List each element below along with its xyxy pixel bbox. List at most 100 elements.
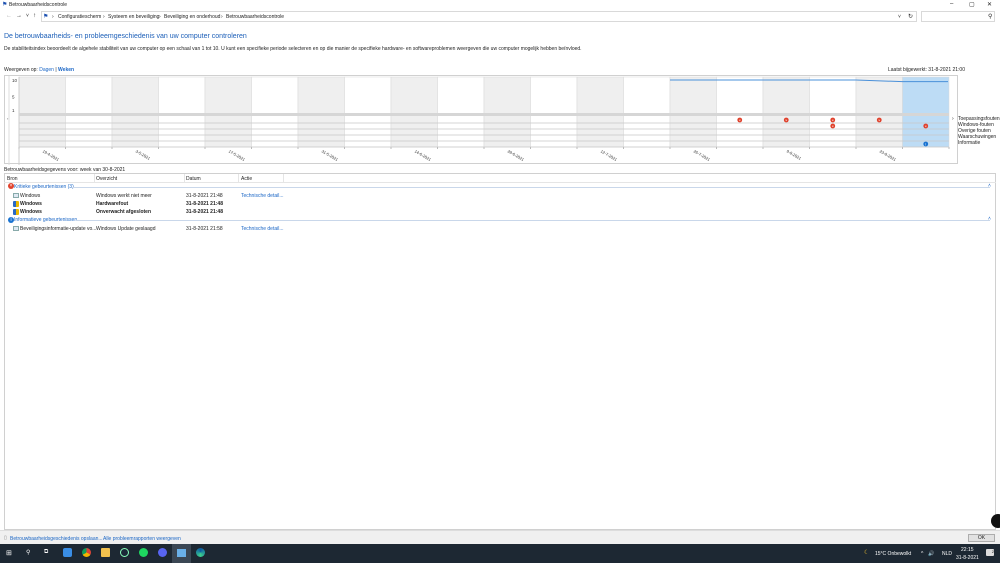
week-column[interactable] (623, 76, 671, 148)
row-summary[interactable]: Windows Update geslaagd (96, 226, 155, 232)
week-column[interactable] (65, 76, 113, 148)
steam-icon[interactable] (120, 548, 129, 557)
info-event-marker-icon[interactable]: i (923, 141, 929, 147)
view-label: Weergeven op: (4, 67, 38, 73)
breadcrumb-configuratiescherm[interactable]: Configuratiescherm (58, 14, 101, 20)
forward-button[interactable]: → (16, 13, 22, 19)
file-explorer-icon[interactable] (101, 548, 110, 557)
view-weeks-link[interactable]: Weken (58, 67, 74, 73)
week-column[interactable] (669, 76, 717, 148)
start-windows-icon[interactable]: ⊞ (6, 549, 12, 557)
week-column[interactable] (762, 76, 810, 148)
week-column[interactable] (158, 76, 206, 148)
group-critical-events[interactable]: Kritieke gebeurtenissen (3) (14, 184, 74, 190)
row-source[interactable]: Beveiligingsinformatie-update vo... (20, 226, 96, 232)
week-column[interactable] (251, 76, 299, 148)
collapse-group-icon[interactable]: ˄ (988, 183, 991, 189)
week-column[interactable] (344, 76, 392, 148)
row-summary[interactable]: Hardwarefout (96, 201, 128, 207)
close-button[interactable]: ✕ (987, 1, 992, 8)
week-column[interactable] (716, 76, 764, 148)
row-summary[interactable]: Onverwacht afgesloten (96, 209, 151, 215)
marker-glyph: × (785, 118, 787, 122)
week-column[interactable] (576, 76, 624, 148)
week-column[interactable] (855, 76, 903, 148)
week-column[interactable] (530, 76, 578, 148)
technical-details-link[interactable]: Technische detail... (241, 226, 284, 232)
breadcrumb-beveiliging[interactable]: Beveiliging en onderhoud (164, 14, 220, 20)
task-view-icon[interactable]: ⧉ (44, 549, 48, 556)
reliability-monitor-taskbar-button[interactable] (172, 544, 191, 563)
chrome-icon[interactable] (82, 548, 91, 557)
row-source[interactable]: Windows (20, 193, 40, 199)
save-history-link[interactable]: Betrouwbaarheidsgeschiedenis opslaan... (10, 536, 103, 542)
recent-locations-button[interactable]: ˅ (26, 13, 29, 19)
floating-overlay-button[interactable] (991, 514, 1000, 528)
row-source[interactable]: Windows (20, 201, 42, 207)
footer-bar: ▯ Betrouwbaarheidsgeschiedenis opslaan..… (0, 530, 1000, 544)
week-column[interactable] (809, 76, 857, 148)
week-column[interactable] (111, 76, 159, 148)
refresh-icon[interactable]: ↻ (908, 13, 913, 20)
row-date[interactable]: 31-8-2021 21:58 (186, 226, 223, 232)
row-date[interactable]: 31-8-2021 21:48 (186, 201, 223, 207)
error-event-marker-icon[interactable]: × (783, 117, 789, 123)
language-indicator[interactable]: NLD (942, 551, 952, 557)
group-informational-events[interactable]: Informatieve gebeurtenissen (14, 217, 77, 223)
breadcrumb-separator: › (159, 14, 161, 20)
search-taskbar-icon[interactable]: ⚲ (26, 549, 30, 556)
error-event-marker-icon[interactable]: × (830, 123, 836, 129)
all-reports-link[interactable]: Alle probleemrapporten weergeven (103, 536, 181, 542)
row-date[interactable]: 31-8-2021 21:48 (186, 209, 223, 215)
user-folder-icon[interactable] (63, 548, 72, 557)
edge-icon[interactable] (196, 548, 205, 557)
collapse-group-icon[interactable]: ˄ (988, 216, 991, 222)
x-tick-label: 17-5-2021 (228, 149, 247, 163)
reliability-chart-svg[interactable]: 1051‹ × × × ×× ×i19-4-2021 3-5-2021 17-5-2021 31… (5, 76, 959, 165)
week-column[interactable] (437, 76, 485, 148)
marker-glyph: × (832, 124, 834, 128)
row-source[interactable]: Windows (20, 209, 42, 215)
group-divider (72, 187, 990, 188)
view-days-link[interactable]: Dagen (39, 67, 54, 73)
week-column[interactable] (297, 76, 345, 148)
maximize-button[interactable]: ▢ (969, 1, 975, 8)
minimize-button[interactable]: – (950, 1, 953, 7)
ok-button[interactable]: OK (968, 534, 995, 542)
address-dropdown-icon[interactable]: ˅ (898, 14, 901, 20)
tray-overflow-button[interactable]: ^ (921, 551, 923, 557)
error-event-marker-icon[interactable]: × (923, 123, 929, 129)
reliability-chart[interactable]: 10 5 1 ‹ × × × × × × i 19-4-2021 3-5-2021 17-5-2021 31… (4, 75, 959, 165)
weather-text[interactable]: 15°C Onbewolkt (875, 551, 911, 557)
technical-details-link[interactable]: Technische detail... (241, 193, 284, 199)
volume-icon[interactable]: 🔊 (928, 551, 934, 557)
marker-glyph: × (925, 124, 927, 128)
error-event-marker-icon[interactable]: × (876, 117, 882, 123)
x-tick-label: 23-8-2021 (879, 149, 898, 163)
clock-time[interactable]: 22:15 (961, 547, 974, 553)
breadcrumb-systeem[interactable]: Systeem en beveiliging (108, 14, 159, 20)
view-options: Weergeven op: Dagen | Weken (4, 67, 74, 73)
error-event-marker-icon[interactable]: × (830, 117, 836, 123)
address-bar[interactable]: ⚑ › Configuratiescherm › Systeem en beve… (41, 11, 917, 22)
up-button[interactable]: ↑ (33, 13, 36, 19)
error-event-marker-icon[interactable]: × (737, 117, 743, 123)
spotify-icon[interactable] (139, 548, 148, 557)
clock-date[interactable]: 31-8-2021 (956, 555, 979, 561)
row-date[interactable]: 31-8-2021 21:48 (186, 193, 223, 199)
weather-moon-icon[interactable]: ☾ (864, 549, 869, 556)
discord-icon[interactable] (158, 548, 167, 557)
week-column[interactable] (204, 76, 252, 148)
back-button[interactable]: ← (6, 13, 12, 19)
week-column[interactable] (18, 76, 66, 148)
week-column[interactable] (902, 76, 950, 148)
row-summary[interactable]: Windows werkt niet meer (96, 193, 152, 199)
notification-center-icon[interactable]: 2 (986, 549, 994, 556)
scroll-right-arrow[interactable]: › (952, 116, 954, 122)
week-column[interactable] (390, 76, 438, 148)
windows-shield-icon (13, 209, 19, 215)
search-input[interactable]: ⚲ (921, 11, 995, 22)
breadcrumb-betrouwbaarheidscontrole[interactable]: Betrouwbaarheidscontrole (226, 14, 284, 20)
header-divider (4, 182, 996, 183)
week-column[interactable] (483, 76, 531, 148)
